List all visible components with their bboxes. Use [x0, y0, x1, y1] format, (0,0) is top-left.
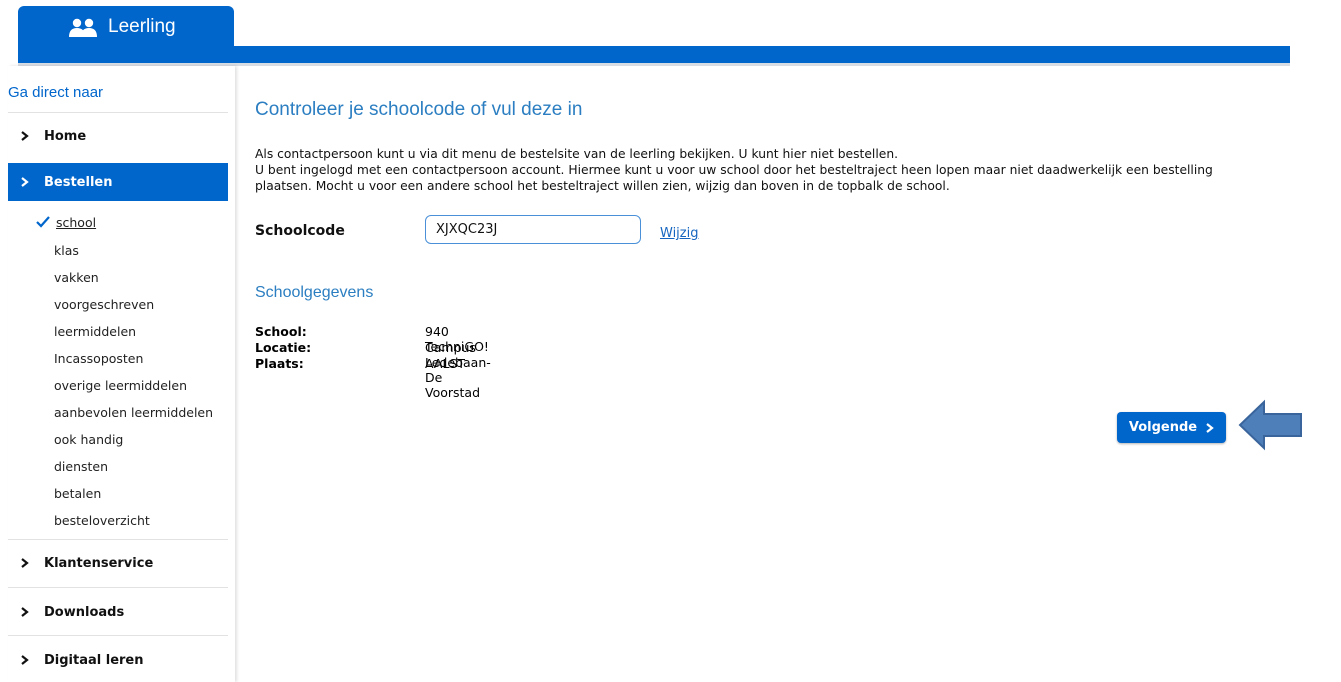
subnav-betalen[interactable]: betalen — [54, 486, 101, 501]
page-title: Controleer je schoolcode of vul deze in — [255, 99, 583, 120]
chevron-right-icon — [21, 655, 29, 665]
subnav-aanbevolen-leermiddelen[interactable]: aanbevolen leermiddelen — [54, 405, 213, 420]
detail-value: AALST — [425, 356, 465, 371]
next-button[interactable]: Volgende — [1117, 412, 1226, 443]
intro-paragraph: U bent ingelogd met een contactpersoon a… — [255, 163, 1213, 193]
next-button-label: Volgende — [1128, 420, 1198, 435]
divider — [8, 587, 228, 588]
nav-item-digitaal-leren[interactable]: Digitaal leren — [8, 641, 228, 679]
nav-item-label: Digitaal leren — [44, 652, 144, 668]
subnav-label: school — [56, 215, 97, 230]
nav-item-label: Home — [44, 128, 87, 144]
subnav-voorgeschreven[interactable]: voorgeschreven — [54, 297, 154, 312]
chevron-right-icon — [21, 131, 29, 141]
chevron-right-icon — [21, 558, 29, 568]
nav-item-bestellen[interactable]: Bestellen — [8, 163, 228, 201]
schoolcode-input[interactable]: XJXQC23J — [425, 215, 641, 244]
nav-item-downloads[interactable]: Downloads — [8, 593, 228, 631]
tab-leerling[interactable]: Leerling — [18, 6, 234, 52]
subnav-school[interactable]: school — [36, 215, 96, 230]
subnav-ook-handig[interactable]: ook handig — [54, 432, 123, 447]
subnav-leermiddelen[interactable]: leermiddelen — [54, 324, 136, 339]
nav-item-label: Klantenservice — [44, 555, 154, 571]
intro-text: Als contactpersoon kunt u via dit menu d… — [255, 146, 1235, 194]
chevron-right-icon — [1206, 422, 1214, 433]
divider — [8, 635, 228, 636]
checkmark-icon — [36, 216, 50, 228]
detail-key: School: — [255, 324, 307, 339]
nav-item-label: Downloads — [44, 604, 125, 620]
subnav-overige-leermiddelen[interactable]: overige leermiddelen — [54, 378, 187, 393]
detail-key: Plaats: — [255, 356, 304, 371]
detail-key: Locatie: — [255, 340, 312, 355]
arrow-left-icon — [1238, 399, 1302, 451]
subnav-klas[interactable]: klas — [54, 243, 79, 258]
schoolcode-label: Schoolcode — [255, 223, 345, 239]
section-title: Schoolgegevens — [255, 284, 374, 301]
chevron-right-icon — [21, 177, 29, 187]
intro-line: Als contactpersoon kunt u via dit menu d… — [255, 147, 899, 161]
nav-item-label: Bestellen — [44, 174, 113, 190]
subnav-vakken[interactable]: vakken — [54, 270, 99, 285]
nav-item-klantenservice[interactable]: Klantenservice — [8, 544, 228, 582]
divider — [8, 112, 228, 113]
users-icon — [69, 18, 97, 37]
subnav-diensten[interactable]: diensten — [54, 459, 108, 474]
goto-heading: Ga direct naar — [8, 84, 104, 101]
subnav-incassoposten[interactable]: Incassoposten — [54, 351, 143, 366]
chevron-right-icon — [21, 607, 29, 617]
divider — [8, 539, 228, 540]
sidebar: Ga direct naar Home Bestellen school kla… — [8, 66, 235, 682]
top-bar: Leerling — [18, 6, 1290, 66]
wijzig-link[interactable]: Wijzig — [660, 226, 698, 241]
tab-label: Leerling — [108, 16, 176, 37]
subnav-besteloverzicht[interactable]: besteloverzicht — [54, 513, 150, 528]
nav-item-home[interactable]: Home — [8, 117, 228, 155]
